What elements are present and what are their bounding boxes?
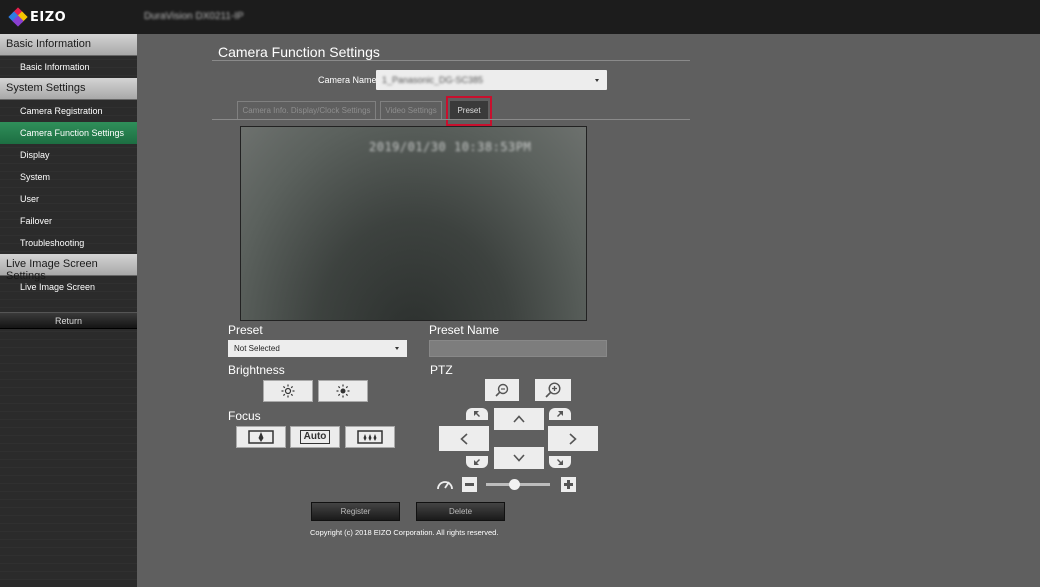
top-bar: EIZO DuraVision DX0211-IP: [0, 0, 1040, 34]
arrow-up-left-icon: [474, 411, 480, 417]
sidebar-item-camera-registration[interactable]: Camera Registration: [0, 100, 137, 122]
arrow-down-right-icon: [557, 459, 563, 465]
zoom-in-icon: [545, 382, 561, 398]
arrow-up-right-icon: [557, 411, 563, 417]
preset-select[interactable]: Not Selected: [228, 340, 407, 357]
ptz-up-left-button[interactable]: [466, 408, 488, 420]
copyright-text: Copyright (c) 2018 EIZO Corporation. All…: [310, 528, 499, 537]
sidebar-header-basic-information[interactable]: Basic Information: [0, 34, 137, 56]
arrow-down-icon: [513, 454, 525, 462]
focus-auto-button[interactable]: Auto: [290, 426, 340, 448]
brightness-up-icon: [336, 384, 350, 398]
sidebar-item-camera-function-settings[interactable]: Camera Function Settings: [0, 122, 137, 144]
speed-increase-button[interactable]: [561, 477, 576, 492]
page-title: Camera Function Settings: [218, 44, 380, 60]
sidebar-item-system[interactable]: System: [0, 166, 137, 188]
focus-auto-label: Auto: [299, 430, 331, 444]
speed-gauge-icon: [437, 481, 453, 490]
tab-highlight-frame: [446, 96, 492, 126]
ptz-down-right-button[interactable]: [549, 456, 571, 468]
arrow-down-left-icon: [474, 459, 480, 465]
ptz-right-button[interactable]: [548, 426, 598, 451]
title-divider: [212, 60, 690, 61]
preset-label: Preset: [228, 323, 263, 337]
focus-near-button[interactable]: [236, 426, 286, 448]
arrow-left-icon: [460, 432, 468, 445]
register-button[interactable]: Register: [311, 502, 400, 521]
arrow-right-icon: [569, 432, 577, 445]
ptz-label: PTZ: [430, 363, 453, 377]
camera-video-view: 2019/01/30 10:38:53PM: [240, 126, 587, 321]
preset-name-input[interactable]: [429, 340, 607, 357]
model-name: DuraVision DX0211-IP: [144, 11, 244, 22]
chevron-down-icon: [595, 79, 599, 82]
ptz-up-button[interactable]: [494, 408, 544, 430]
sidebar-item-display[interactable]: Display: [0, 144, 137, 166]
brightness-up-button[interactable]: [318, 380, 368, 402]
arrow-up-icon: [513, 415, 525, 423]
focus-label: Focus: [228, 409, 261, 423]
preset-select-value: Not Selected: [234, 344, 280, 353]
brightness-label: Brightness: [228, 363, 285, 377]
focus-near-icon: [248, 430, 274, 444]
sidebar-item-failover[interactable]: Failover: [0, 210, 137, 232]
eizo-logo-mark-icon: [8, 7, 28, 27]
zoom-out-icon: [495, 383, 509, 397]
sidebar: Basic Information Basic Information Syst…: [0, 34, 137, 587]
focus-far-icon: [357, 430, 383, 444]
tab-video-settings[interactable]: Video Settings: [380, 101, 442, 119]
ptz-down-left-button[interactable]: [466, 456, 488, 468]
preset-name-label: Preset Name: [429, 323, 500, 337]
ptz-down-button[interactable]: [494, 447, 544, 469]
eizo-logo: EIZO: [8, 7, 67, 27]
chevron-down-icon: [395, 347, 399, 350]
zoom-in-button[interactable]: [535, 379, 571, 401]
video-timestamp: 2019/01/30 10:38:53PM: [369, 140, 532, 154]
delete-button[interactable]: Delete: [416, 502, 505, 521]
sidebar-header-system-settings[interactable]: System Settings: [0, 78, 137, 100]
sidebar-item-user[interactable]: User: [0, 188, 137, 210]
minus-icon: [465, 483, 474, 486]
ptz-up-right-button[interactable]: [549, 408, 571, 420]
brightness-down-button[interactable]: [263, 380, 313, 402]
return-button[interactable]: Return: [0, 312, 137, 329]
brightness-down-icon: [281, 384, 295, 398]
brand-name: EIZO: [30, 9, 67, 25]
sidebar-item-troubleshooting[interactable]: Troubleshooting: [0, 232, 137, 254]
camera-name-value: 1_Panasonic_DG-SC385: [382, 75, 484, 85]
tabs-divider: [212, 119, 690, 120]
sidebar-header-live-image-screen-settings[interactable]: Live Image Screen Settings: [0, 254, 137, 282]
camera-name-select[interactable]: 1_Panasonic_DG-SC385: [376, 70, 607, 90]
tab-camera-info-display-clock[interactable]: Camera Info. Display/Clock Settings: [237, 101, 376, 119]
ptz-left-button[interactable]: [439, 426, 489, 451]
speed-slider-thumb[interactable]: [509, 479, 520, 490]
speed-decrease-button[interactable]: [462, 477, 477, 492]
sidebar-item-basic-information[interactable]: Basic Information: [0, 56, 137, 78]
focus-far-button[interactable]: [345, 426, 395, 448]
zoom-out-button[interactable]: [485, 379, 519, 401]
plus-icon: [564, 480, 573, 489]
camera-name-label: Camera Name: [318, 75, 377, 85]
